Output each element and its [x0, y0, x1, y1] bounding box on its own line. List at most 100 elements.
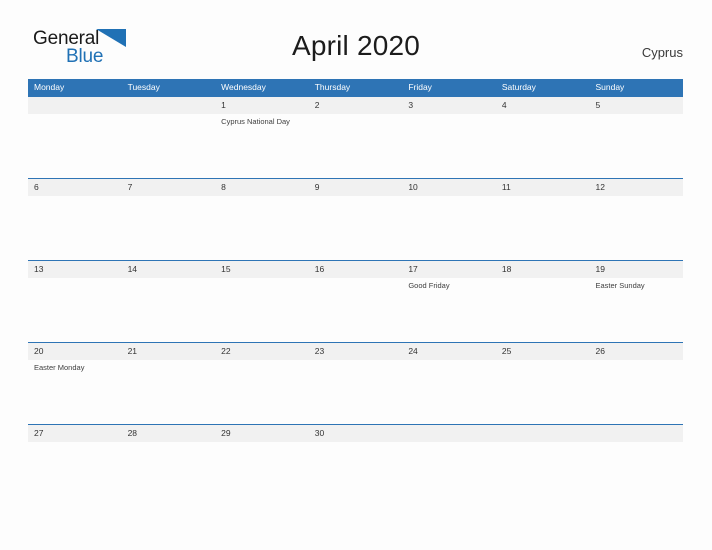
- day-cell[interactable]: [496, 360, 590, 424]
- day-number[interactable]: 21: [122, 343, 216, 360]
- day-cell[interactable]: [496, 278, 590, 342]
- weekday-header-row: Monday Tuesday Wednesday Thursday Friday…: [28, 79, 683, 96]
- day-cell[interactable]: Good Friday: [402, 278, 496, 342]
- day-cell[interactable]: [28, 114, 122, 178]
- weekday-header-tuesday: Tuesday: [127, 82, 160, 92]
- day-cell[interactable]: [122, 278, 216, 342]
- day-cell[interactable]: [496, 114, 590, 178]
- day-number[interactable]: 14: [122, 261, 216, 278]
- day-event-text: Easter Monday: [34, 363, 85, 372]
- day-cell[interactable]: [402, 442, 496, 462]
- day-cell[interactable]: [215, 360, 309, 424]
- day-number[interactable]: 6: [28, 179, 122, 196]
- page-title: April 2020: [291, 30, 421, 61]
- day-number[interactable]: 5: [589, 97, 683, 114]
- weekday-header-friday: Friday: [408, 82, 432, 92]
- day-number[interactable]: 19: [589, 261, 683, 278]
- day-cell[interactable]: [402, 360, 496, 424]
- day-cell[interactable]: [402, 196, 496, 260]
- day-number[interactable]: 10: [402, 179, 496, 196]
- day-cell[interactable]: Cyprus National Day: [215, 114, 309, 178]
- day-cell[interactable]: [122, 114, 216, 178]
- day-number[interactable]: 28: [122, 425, 216, 442]
- calendar-week-row: 1 2 3 4 5 Cyprus National Day: [28, 96, 683, 178]
- day-event-text: Good Friday: [408, 281, 450, 290]
- day-cell[interactable]: [28, 442, 122, 462]
- day-number[interactable]: 27: [28, 425, 122, 442]
- calendar-week-row: 13 14 15 16 17 18 19 Good Friday Easter …: [28, 260, 683, 342]
- day-number[interactable]: 20: [28, 343, 122, 360]
- country-label: Cyprus: [641, 45, 683, 60]
- day-cell[interactable]: [309, 114, 403, 178]
- day-cell[interactable]: [589, 442, 683, 462]
- day-cell[interactable]: [309, 442, 403, 462]
- calendar-week-row: 6 7 8 9 10 11 12: [28, 178, 683, 260]
- day-number[interactable]: [28, 97, 122, 114]
- day-number[interactable]: 25: [496, 343, 590, 360]
- day-number[interactable]: 29: [215, 425, 309, 442]
- week-day-events: Cyprus National Day: [28, 114, 683, 178]
- day-cell[interactable]: [122, 196, 216, 260]
- day-cell[interactable]: [122, 442, 216, 462]
- day-number[interactable]: 30: [309, 425, 403, 442]
- day-number[interactable]: 9: [309, 179, 403, 196]
- calendar-page: General Blue April 2020 Cyprus Monday Tu…: [0, 0, 712, 550]
- week-day-numbers: 13 14 15 16 17 18 19: [28, 261, 683, 278]
- day-number[interactable]: [589, 425, 683, 442]
- day-cell[interactable]: [215, 196, 309, 260]
- page-header: General Blue April 2020 Cyprus: [0, 0, 712, 67]
- day-cell[interactable]: [496, 442, 590, 462]
- day-cell[interactable]: Easter Sunday: [589, 278, 683, 342]
- weekday-header-saturday: Saturday: [501, 82, 536, 92]
- day-cell[interactable]: [28, 196, 122, 260]
- day-cell[interactable]: [496, 196, 590, 260]
- day-number[interactable]: [496, 425, 590, 442]
- day-cell[interactable]: [589, 114, 683, 178]
- day-number[interactable]: 12: [589, 179, 683, 196]
- day-number[interactable]: 1: [215, 97, 309, 114]
- day-number[interactable]: 11: [496, 179, 590, 196]
- day-cell[interactable]: Easter Monday: [28, 360, 122, 424]
- week-day-numbers: 1 2 3 4 5: [28, 97, 683, 114]
- day-number[interactable]: 16: [309, 261, 403, 278]
- weekday-header-wednesday: Wednesday: [221, 82, 266, 92]
- day-event-text: Easter Sunday: [595, 281, 645, 290]
- day-number[interactable]: [402, 425, 496, 442]
- calendar-grid: Monday Tuesday Wednesday Thursday Friday…: [28, 79, 683, 462]
- day-cell[interactable]: [215, 278, 309, 342]
- day-number[interactable]: 23: [309, 343, 403, 360]
- day-cell[interactable]: [589, 360, 683, 424]
- day-number[interactable]: 24: [402, 343, 496, 360]
- week-day-events: [28, 196, 683, 260]
- day-number[interactable]: 18: [496, 261, 590, 278]
- day-cell[interactable]: [589, 196, 683, 260]
- day-number[interactable]: 17: [402, 261, 496, 278]
- day-cell[interactable]: [309, 360, 403, 424]
- day-cell[interactable]: [309, 196, 403, 260]
- week-day-numbers: 20 21 22 23 24 25 26: [28, 343, 683, 360]
- day-cell[interactable]: [28, 278, 122, 342]
- day-number[interactable]: 13: [28, 261, 122, 278]
- day-number[interactable]: 15: [215, 261, 309, 278]
- day-number[interactable]: 26: [589, 343, 683, 360]
- weekday-header-sunday: Sunday: [595, 82, 625, 92]
- day-cell[interactable]: [309, 278, 403, 342]
- day-number[interactable]: 22: [215, 343, 309, 360]
- calendar-week-row: 20 21 22 23 24 25 26 Easter Monday: [28, 342, 683, 424]
- week-day-events: Easter Monday: [28, 360, 683, 424]
- day-number[interactable]: 3: [402, 97, 496, 114]
- week-day-events: [28, 442, 683, 462]
- day-cell[interactable]: [402, 114, 496, 178]
- day-cell[interactable]: [122, 360, 216, 424]
- week-day-numbers: 27 28 29 30: [28, 425, 683, 442]
- day-cell[interactable]: [215, 442, 309, 462]
- day-number[interactable]: 4: [496, 97, 590, 114]
- week-day-events: Good Friday Easter Sunday: [28, 278, 683, 342]
- day-number[interactable]: 2: [309, 97, 403, 114]
- day-number[interactable]: [122, 97, 216, 114]
- day-number[interactable]: 8: [215, 179, 309, 196]
- weekday-header-monday: Monday: [34, 82, 65, 92]
- day-number[interactable]: 7: [122, 179, 216, 196]
- weekday-header-thursday: Thursday: [314, 82, 351, 92]
- calendar-week-row: 27 28 29 30: [28, 424, 683, 462]
